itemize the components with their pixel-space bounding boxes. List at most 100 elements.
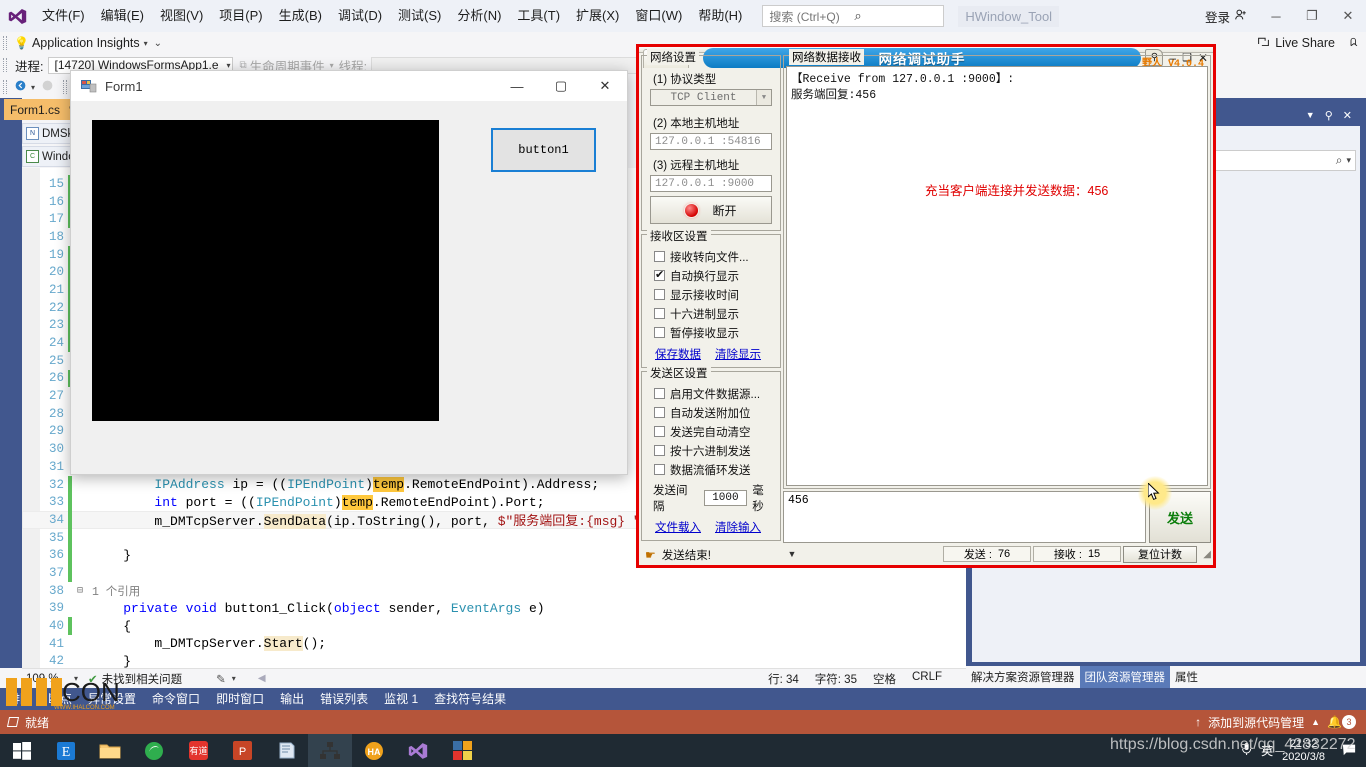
codelens-reference[interactable]: 1 个引用 — [88, 583, 140, 599]
halcon-watermark: CON WWW.IHALCON.COM — [4, 676, 190, 712]
window-close-button[interactable]: ✕ — [1330, 0, 1366, 32]
network-assistant-window[interactable]: ▾ 网络调试助手 ⚲ – ❑ ✕ 网络设置 (1) 协议类型 TCP Clien… — [636, 44, 1216, 568]
menu-test[interactable]: 测试(S) — [390, 0, 449, 32]
visual-studio-icon[interactable] — [396, 734, 440, 767]
form1-button1[interactable]: button1 — [491, 128, 596, 172]
document-tab-form1cs[interactable]: Form1.cs ⚲ — [4, 99, 80, 120]
start-button[interactable] — [0, 734, 44, 767]
line-number: 16 — [22, 195, 68, 209]
line-number: 39 — [22, 601, 68, 615]
scroll-left-icon[interactable]: ◀ — [236, 673, 266, 684]
menu-analyze[interactable]: 分析(N) — [449, 0, 509, 32]
chevron-down-icon-panel[interactable]: ▼ — [1306, 110, 1315, 120]
menu-build[interactable]: 生成(B) — [271, 0, 330, 32]
toolbar-grip-process[interactable] — [0, 54, 10, 76]
protocol-type-combo[interactable]: TCP Client ▼ — [650, 89, 772, 106]
share-icon[interactable] — [1340, 36, 1360, 51]
menu-tools[interactable]: 工具(T) — [509, 0, 568, 32]
send-option-hex[interactable]: 按十六进制发送 — [647, 441, 775, 460]
reset-counter-button[interactable]: 复位计数 — [1123, 546, 1197, 563]
tab-properties[interactable]: 属性 — [1170, 666, 1203, 688]
recv-counter: 接收 : 15 — [1033, 546, 1121, 562]
editor-eol-indicator[interactable]: CRLF — [912, 671, 942, 687]
halcon-icon[interactable]: HA — [352, 734, 396, 767]
menu-debug[interactable]: 调试(D) — [330, 0, 390, 32]
recv-option-hex[interactable]: 十六进制显示 — [647, 304, 775, 323]
recv-option-wrap[interactable]: 自动换行显示 — [647, 266, 775, 285]
menu-window[interactable]: 窗口(W) — [627, 0, 690, 32]
pin-icon-panel[interactable]: ⚲ — [1325, 109, 1333, 122]
sign-in-button[interactable]: 登录 — [1205, 7, 1258, 26]
tab-error-list[interactable]: 错误列表 — [312, 688, 376, 710]
network-assistant-icon[interactable] — [308, 734, 352, 767]
form1-maximize-button[interactable]: ▢ — [539, 71, 583, 101]
toolbar-grip[interactable] — [0, 32, 10, 54]
send-option-clear[interactable]: 发送完自动清空 — [647, 422, 775, 441]
powerpoint-icon[interactable]: P — [220, 734, 264, 767]
browser-icon[interactable] — [132, 734, 176, 767]
menu-view[interactable]: 视图(V) — [152, 0, 211, 32]
tab-team-explorer[interactable]: 团队资源管理器 — [1080, 666, 1171, 688]
chevron-down-icon[interactable]: ▾ — [140, 39, 154, 48]
application-insights-label[interactable]: Application Insights — [32, 36, 140, 50]
youdao-icon[interactable]: 有道 — [176, 734, 220, 767]
chevron-up-icon[interactable]: ▲ — [1311, 717, 1320, 727]
scroll-down-icon[interactable]: ▼ — [783, 549, 801, 559]
resize-grip-icon[interactable]: ◢ — [1199, 549, 1211, 560]
window-minimize-button[interactable]: ─ — [1258, 0, 1294, 32]
recv-option-time[interactable]: 显示接收时间 — [647, 285, 775, 304]
tab-watch-1[interactable]: 监视 1 — [376, 688, 426, 710]
load-file-link[interactable]: 文件载入 — [655, 519, 701, 535]
form1-picture-box[interactable] — [92, 120, 439, 421]
form1-close-button[interactable]: ✕ — [583, 71, 627, 101]
menu-help[interactable]: 帮助(H) — [690, 0, 750, 32]
send-interval-input[interactable]: 1000 — [704, 490, 748, 506]
recv-option-file[interactable]: 接收转向文件... — [647, 247, 775, 266]
chevron-down-icon-nav[interactable]: ▾ — [31, 83, 41, 92]
fold-toggle-icon[interactable]: ⊟ — [72, 585, 88, 597]
menu-file[interactable]: 文件(F) — [34, 0, 93, 32]
file-explorer-icon[interactable] — [88, 734, 132, 767]
local-host-input[interactable]: 127.0.0.1 :54816 — [650, 133, 772, 150]
send-textarea[interactable]: 456 — [783, 491, 1146, 543]
remote-host-input[interactable]: 127.0.0.1 :9000 — [650, 175, 772, 192]
send-option-loop[interactable]: 数据流循环发送 — [647, 460, 775, 479]
clear-display-link[interactable]: 清除显示 — [715, 346, 761, 362]
toolbar-grip-nav[interactable] — [0, 76, 10, 98]
editor-indent-indicator[interactable]: 空格 — [873, 671, 896, 687]
window-restore-button[interactable]: ❐ — [1294, 0, 1330, 32]
send-option-append[interactable]: 自动发送附加位 — [647, 403, 775, 422]
notifications-button[interactable]: 🔔 3 — [1327, 715, 1356, 729]
toolbar-grip-nav2[interactable] — [60, 76, 70, 98]
vs-search-box[interactable]: 搜索 (Ctrl+Q) ⌕ — [762, 5, 944, 27]
recv-option-pause[interactable]: 暂停接收显示 — [647, 323, 775, 342]
form1-window[interactable]: Form1 — ▢ ✕ button1 — [70, 70, 628, 475]
menu-edit[interactable]: 编辑(E) — [93, 0, 152, 32]
chevron-down-icon-pen[interactable]: ▾ — [226, 674, 236, 683]
navigate-backward-icon[interactable] — [10, 79, 31, 95]
toolbar-overflow-icon[interactable]: ⌄ — [154, 38, 162, 49]
receive-textarea[interactable]: 【Receive from 127.0.0.1 :9000】: 服务端回复:45… — [786, 66, 1208, 486]
chevron-down-icon-lifecycle[interactable]: ▾ — [325, 61, 339, 70]
edge-icon[interactable]: E — [44, 734, 88, 767]
app-icon[interactable] — [440, 734, 484, 767]
protocol-type-value: TCP Client — [651, 92, 756, 104]
form1-titlebar[interactable]: Form1 — ▢ ✕ — [71, 71, 627, 101]
save-data-link[interactable]: 保存数据 — [655, 346, 701, 362]
menu-extensions[interactable]: 扩展(X) — [568, 0, 627, 32]
form1-minimize-button[interactable]: — — [495, 71, 539, 101]
netassist-titlebar[interactable]: ▾ 网络调试助手 ⚲ – ❑ ✕ — [639, 47, 1213, 53]
disconnect-button[interactable]: 断开 — [650, 196, 772, 224]
clear-input-link[interactable]: 清除输入 — [715, 519, 761, 535]
send-option-filesource[interactable]: 启用文件数据源... — [647, 384, 775, 403]
source-control-label[interactable]: 添加到源代码管理 — [1208, 714, 1304, 731]
tab-find-symbol-results[interactable]: 查找符号结果 — [426, 688, 514, 710]
tab-solution-explorer[interactable]: 解决方案资源管理器 — [966, 666, 1080, 688]
notes-icon[interactable] — [264, 734, 308, 767]
close-icon-panel[interactable]: ✕ — [1343, 109, 1352, 122]
tab-immediate-window[interactable]: 即时窗口 — [208, 688, 272, 710]
menu-project[interactable]: 项目(P) — [211, 0, 270, 32]
tab-output[interactable]: 输出 — [272, 688, 312, 710]
chevron-down-icon-search[interactable]: ▾ — [1342, 155, 1351, 166]
live-share-button[interactable]: Live Share — [1257, 35, 1366, 51]
